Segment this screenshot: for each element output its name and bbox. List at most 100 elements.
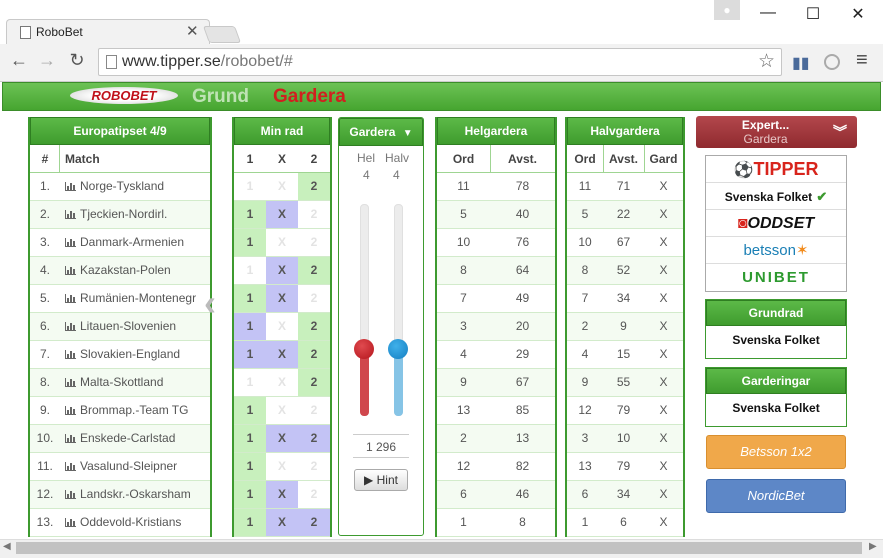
stats-chart-icon[interactable] <box>65 238 76 247</box>
extension-circle-icon[interactable] <box>824 54 840 70</box>
page-info-icon[interactable] <box>106 55 117 69</box>
brand-tipper[interactable]: ⚽TIPPER <box>706 156 846 183</box>
pick-1[interactable]: 1 <box>234 369 266 396</box>
betsson-1x2-button[interactable]: Betsson 1x2 <box>706 435 846 469</box>
pick-1[interactable]: 1 <box>234 425 266 452</box>
pick-2[interactable]: 2 <box>298 453 330 480</box>
match-name-cell[interactable]: Malta-Skottland <box>60 369 210 396</box>
match-row[interactable]: 3. Danmark-Armenien <box>30 229 210 257</box>
pick-1[interactable]: 1 <box>234 397 266 424</box>
nordicbet-button[interactable]: NordicBet <box>706 479 846 513</box>
brand-unibet[interactable]: UNIBET <box>706 264 846 291</box>
scroll-left-icon[interactable]: ◀ <box>3 541 11 552</box>
pick-2[interactable]: 2 <box>298 257 330 284</box>
pick-x[interactable]: X <box>266 257 298 284</box>
hint-button[interactable]: ▶ Hint <box>354 469 408 491</box>
pick-x[interactable]: X <box>266 397 298 424</box>
chevron-left-icon[interactable]: ‹ <box>204 282 216 324</box>
match-name-cell[interactable]: Oddevold-Kristians <box>60 509 210 536</box>
pick-2[interactable]: 2 <box>298 369 330 396</box>
stats-chart-icon[interactable] <box>65 490 76 499</box>
pick-1[interactable]: 1 <box>234 257 266 284</box>
match-name-cell[interactable]: Enskede-Carlstad <box>60 425 210 452</box>
match-row[interactable]: 9. Brommap.-Team TG <box>30 397 210 425</box>
pick-x[interactable]: X <box>266 481 298 508</box>
pick-1[interactable]: 1 <box>234 453 266 480</box>
stats-chart-icon[interactable] <box>65 518 76 527</box>
tab-close-icon[interactable]: ✕ <box>186 22 199 40</box>
match-name-cell[interactable]: Rumänien-Montenegr <box>60 285 210 312</box>
match-row[interactable]: 11. Vasalund-Sleipner <box>30 453 210 481</box>
hel-slider-track[interactable] <box>360 204 369 416</box>
match-row[interactable]: 13. Oddevold-Kristians <box>30 509 210 537</box>
user-profile-icon[interactable]: ● <box>714 0 740 20</box>
match-name-cell[interactable]: Kazakstan-Polen <box>60 257 210 284</box>
nav-gardera[interactable]: Gardera <box>273 86 346 108</box>
pick-2[interactable]: 2 <box>298 509 330 536</box>
pick-2[interactable]: 2 <box>298 201 330 228</box>
grundrad-box[interactable]: Grundrad Svenska Folket <box>705 299 847 359</box>
extension-chart-icon[interactable]: ▮▮ <box>792 53 810 73</box>
scroll-right-icon[interactable]: ▶ <box>869 541 877 552</box>
stats-chart-icon[interactable] <box>65 322 76 331</box>
pick-1[interactable]: 1 <box>234 313 266 340</box>
brand-betsson[interactable]: betsson✶ <box>706 237 846 264</box>
match-row[interactable]: 5. Rumänien-Montenegr <box>30 285 210 313</box>
maximize-button[interactable]: ☐ <box>803 4 823 24</box>
url-text[interactable]: www.tipper.se/robobet/# <box>122 53 293 71</box>
pick-x[interactable]: X <box>266 201 298 228</box>
bookmark-star-icon[interactable]: ☆ <box>758 50 775 73</box>
stats-chart-icon[interactable] <box>65 378 76 387</box>
pick-2[interactable]: 2 <box>298 481 330 508</box>
pick-2[interactable]: 2 <box>298 173 330 200</box>
gardera-panel-header[interactable]: Gardera ▼ <box>339 118 423 146</box>
brand-svenska-folket[interactable]: Svenska Folket ✔ <box>706 183 846 210</box>
stats-chart-icon[interactable] <box>65 182 76 191</box>
match-name-cell[interactable]: Norge-Tyskland <box>60 173 210 200</box>
reload-button[interactable]: ↻ <box>66 50 88 71</box>
nav-grund[interactable]: Grund <box>192 86 249 108</box>
close-window-button[interactable]: ✕ <box>848 4 868 24</box>
pick-1[interactable]: 1 <box>234 285 266 312</box>
match-row[interactable]: 10. Enskede-Carlstad <box>30 425 210 453</box>
stats-chart-icon[interactable] <box>65 266 76 275</box>
stats-chart-icon[interactable] <box>65 294 76 303</box>
pick-1[interactable]: 1 <box>234 509 266 536</box>
match-row[interactable]: 4. Kazakstan-Polen <box>30 257 210 285</box>
stats-chart-icon[interactable] <box>65 406 76 415</box>
pick-x[interactable]: X <box>266 453 298 480</box>
pick-x[interactable]: X <box>266 341 298 368</box>
pick-2[interactable]: 2 <box>298 285 330 312</box>
match-name-cell[interactable]: Brommap.-Team TG <box>60 397 210 424</box>
match-row[interactable]: 8. Malta-Skottland <box>30 369 210 397</box>
match-name-cell[interactable]: Litauen-Slovenien <box>60 313 210 340</box>
pick-1[interactable]: 1 <box>234 341 266 368</box>
expert-dropdown[interactable]: Expert... Gardera ︾ <box>696 116 857 148</box>
pick-1[interactable]: 1 <box>234 481 266 508</box>
match-name-cell[interactable]: Vasalund-Sleipner <box>60 453 210 480</box>
pick-2[interactable]: 2 <box>298 229 330 256</box>
match-name-cell[interactable]: Danmark-Armenien <box>60 229 210 256</box>
stats-chart-icon[interactable] <box>65 462 76 471</box>
pick-1[interactable]: 1 <box>234 229 266 256</box>
match-row[interactable]: 1. Norge-Tyskland <box>30 173 210 201</box>
stats-chart-icon[interactable] <box>65 434 76 443</box>
match-row[interactable]: 7. Slovakien-England <box>30 341 210 369</box>
stats-chart-icon[interactable] <box>65 350 76 359</box>
forward-button[interactable]: → <box>36 50 58 71</box>
halv-slider-knob[interactable] <box>388 339 408 359</box>
pick-x[interactable]: X <box>266 229 298 256</box>
match-row[interactable]: 2. Tjeckien-Nordirl. <box>30 201 210 229</box>
match-row[interactable]: 6. Litauen-Slovenien <box>30 313 210 341</box>
pick-x[interactable]: X <box>266 313 298 340</box>
match-name-cell[interactable]: Tjeckien-Nordirl. <box>60 201 210 228</box>
pick-2[interactable]: 2 <box>298 425 330 452</box>
menu-icon[interactable]: ≡ <box>856 49 868 72</box>
match-name-cell[interactable]: Slovakien-England <box>60 341 210 368</box>
garderingar-box[interactable]: Garderingar Svenska Folket <box>705 367 847 427</box>
back-button[interactable]: ← <box>8 50 30 71</box>
pick-2[interactable]: 2 <box>298 397 330 424</box>
pick-x[interactable]: X <box>266 425 298 452</box>
pick-x[interactable]: X <box>266 285 298 312</box>
pick-1[interactable]: 1 <box>234 173 266 200</box>
